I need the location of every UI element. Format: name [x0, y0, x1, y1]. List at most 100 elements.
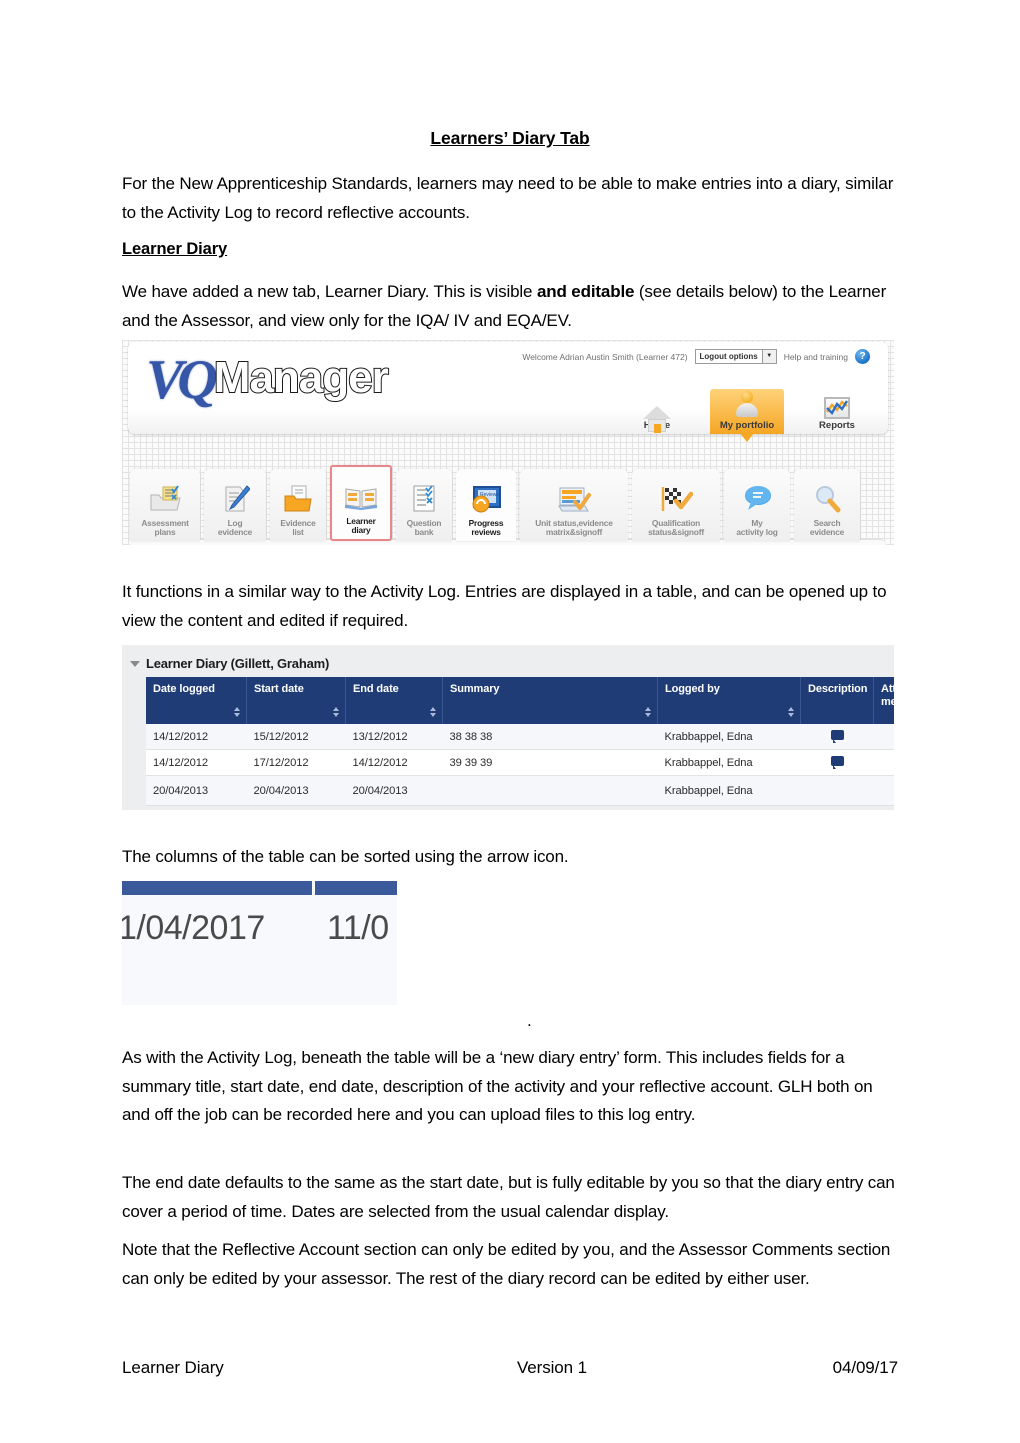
cell-description[interactable] — [800, 724, 874, 750]
cell-end-date: 14/12/2012 — [345, 749, 443, 776]
table-row[interactable]: 14/12/2012 17/12/2012 14/12/2012 39 39 3… — [146, 749, 894, 776]
help-question-icon[interactable]: ? — [855, 349, 870, 364]
column-header-logged-by[interactable]: Logged by — [657, 677, 801, 724]
tab-label-line1: Assessment — [141, 517, 189, 528]
primary-navigation: Home My portfolio Reports — [620, 389, 874, 442]
table-row[interactable]: 20/04/2013 20/04/2013 20/04/2013 Krabbap… — [146, 775, 894, 806]
zoomed-date-right: 11/0 — [327, 909, 389, 947]
table-row[interactable]: 14/12/2012 15/12/2012 13/12/2012 38 38 3… — [146, 724, 894, 750]
tab-evidence-list[interactable]: Evidence list — [270, 469, 326, 541]
evidence-list-icon — [281, 482, 315, 516]
diary-panel-title: Learner Diary (Gillett, Graham) — [146, 656, 330, 671]
logout-options-label: Logout options — [699, 352, 758, 361]
footer-middle: Version 1 — [517, 1358, 587, 1377]
page-title-wrap: Learners’ Diary Tab — [122, 128, 898, 149]
nav-item-reports-label: Reports — [819, 420, 855, 431]
tab-my-activity-log-label: My activity log — [736, 517, 778, 538]
comment-bubble-icon[interactable] — [830, 730, 844, 743]
portfolio-tab-strip: Assessment plans Log evidence Evidence l… — [130, 459, 886, 541]
column-header-summary[interactable]: Summary — [442, 677, 658, 724]
intro-paragraph: For the New Apprenticeship Standards, le… — [122, 174, 894, 222]
table-header-column-divider — [312, 881, 315, 895]
cell-attachments — [873, 724, 894, 750]
tab-assessment-plans[interactable]: Assessment plans — [130, 469, 200, 541]
log-evidence-icon — [218, 482, 252, 516]
cell-summary: 38 38 38 — [442, 724, 658, 750]
column-label: Description — [808, 683, 868, 695]
diary-table: Date logged Start date End date Summary … — [146, 677, 894, 806]
column-header-date-logged[interactable]: Date logged — [146, 677, 247, 724]
tab-progress-reviews[interactable]: Reviews Progress reviews — [456, 469, 516, 541]
home-icon — [620, 389, 694, 433]
sort-arrow-icon[interactable] — [233, 707, 240, 718]
paragraph-2-bold: and editable — [536, 282, 635, 301]
cell-attachments[interactable] — [873, 775, 894, 806]
help-and-training-link[interactable]: Help and training — [784, 352, 848, 362]
cell-logged-by: Krabbappel, Edna — [657, 724, 801, 750]
nav-item-my-portfolio[interactable]: My portfolio — [710, 389, 784, 442]
sort-arrow-icon[interactable] — [332, 707, 339, 718]
cell-summary: 39 39 39 — [442, 749, 658, 776]
cell-start-date: 20/04/2013 — [246, 775, 346, 806]
column-header-end-date[interactable]: End date — [345, 677, 443, 724]
paragraph-3: It functions in a similar way to the Act… — [122, 582, 887, 630]
paragraph-2-block: We have added a new tab, Learner Diary. … — [122, 278, 898, 335]
tab-qualification-status-signoff[interactable]: Qualification status&signoff — [632, 469, 720, 541]
logout-options-dropdown[interactable]: Logout options ▼ — [694, 349, 777, 364]
collapse-caret-icon[interactable] — [130, 661, 140, 667]
column-label: Attach- ments — [881, 683, 894, 708]
tab-log-evidence[interactable]: Log evidence — [204, 469, 266, 541]
tab-evidence-list-label: Evidence list — [280, 518, 315, 538]
tab-label-line1: Search — [813, 517, 841, 528]
search-evidence-icon — [810, 482, 844, 516]
logo-vq-text: VQ — [146, 349, 218, 411]
column-label: End date — [353, 683, 399, 695]
nav-item-reports[interactable]: Reports — [800, 389, 874, 434]
paragraph-7: Note that the Reflective Account section… — [122, 1240, 891, 1288]
tab-learner-diary[interactable]: Learner diary — [330, 465, 392, 541]
tab-label-line2: evidence — [217, 527, 253, 538]
column-label: Logged by — [665, 683, 720, 695]
zoomed-date-left: 1/04/2017 — [122, 909, 265, 947]
qualification-status-icon — [659, 482, 693, 516]
vqmanager-header-bar: VQManager Welcome Adrian Austin Smith (L… — [128, 342, 888, 442]
tab-label-line2: diary — [351, 525, 371, 536]
sort-arrow-icon[interactable] — [644, 707, 651, 718]
progress-reviews-icon: Reviews — [469, 482, 503, 516]
column-label: Start date — [254, 683, 304, 695]
cell-end-date: 20/04/2013 — [345, 775, 443, 806]
paragraph-4: The columns of the table can be sorted u… — [122, 847, 569, 866]
tab-label-line1: Learner — [346, 515, 376, 526]
tab-my-activity-log[interactable]: My activity log — [724, 469, 790, 541]
nav-item-home[interactable]: Home — [620, 389, 694, 434]
paragraph-5: As with the Activity Log, beneath the ta… — [122, 1048, 873, 1124]
tab-label-line1: Progress — [468, 517, 504, 528]
tab-assessment-plans-label: Assessment plans — [141, 517, 189, 538]
column-header-start-date[interactable]: Start date — [246, 677, 346, 724]
cell-date-logged: 20/04/2013 — [146, 775, 247, 806]
cell-start-date: 17/12/2012 — [246, 749, 346, 776]
page-footer: Learner Diary Version 1 04/09/17 — [122, 1358, 898, 1378]
cell-date-logged: 14/12/2012 — [146, 749, 247, 776]
diary-table-head: Date logged Start date End date Summary … — [146, 677, 894, 724]
tab-label-line2: matrix&signoff — [545, 527, 603, 538]
sort-arrow-icon[interactable] — [429, 707, 436, 718]
tab-question-bank[interactable]: Question bank — [396, 469, 452, 541]
tab-label-line1: My — [751, 517, 763, 528]
chart-icon — [800, 389, 874, 419]
diary-header-row: Date logged Start date End date Summary … — [146, 677, 894, 724]
tab-label-line1: Log — [227, 517, 243, 528]
column-header-description: Description — [800, 677, 874, 724]
sort-arrow-icon[interactable] — [787, 707, 794, 718]
diary-table-body: 14/12/2012 15/12/2012 13/12/2012 38 38 3… — [146, 724, 894, 806]
vqmanager-app-screenshot: VQManager Welcome Adrian Austin Smith (L… — [122, 340, 894, 545]
tab-search-evidence[interactable]: Search evidence — [794, 469, 860, 541]
cell-description[interactable] — [800, 749, 874, 776]
document-page: Learners’ Diary Tab For the New Apprenti… — [0, 0, 1020, 1443]
tab-unit-status-evidence-matrix[interactable]: Unit status,evidence matrix&signoff — [520, 469, 628, 541]
cell-attachments — [873, 749, 894, 776]
comment-bubble-icon[interactable] — [830, 756, 844, 769]
learner-diary-subheading: Learner Diary — [122, 240, 228, 258]
tab-label-line2: status&signoff — [648, 527, 704, 538]
cell-logged-by: Krabbappel, Edna — [657, 775, 801, 806]
